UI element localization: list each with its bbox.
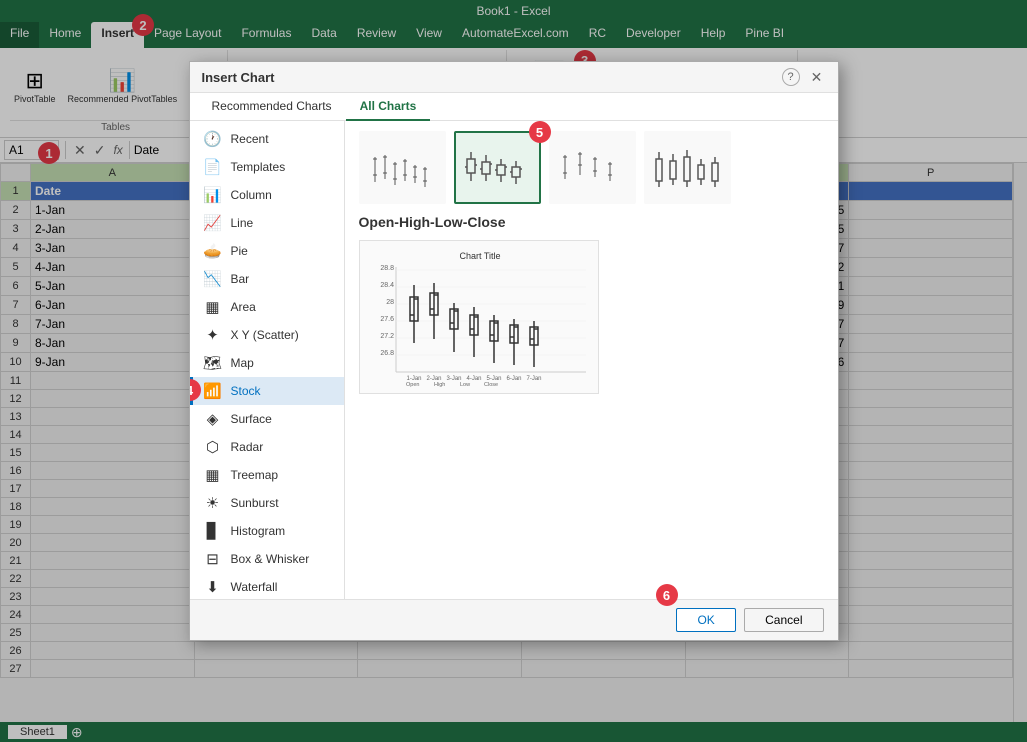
dialog-title: Insert Chart bbox=[202, 70, 275, 85]
line-chart-type-icon: 📈 bbox=[203, 214, 223, 232]
thumb-chart-1-svg bbox=[365, 137, 440, 195]
stock-chart-type-icon: 📶 bbox=[203, 382, 223, 400]
chart-type-column[interactable]: 📊 Column bbox=[190, 181, 344, 209]
insert-chart-dialog: Insert Chart ? ✕ Recommended Charts All … bbox=[189, 61, 839, 641]
column-chart-type-icon: 📊 bbox=[203, 186, 223, 204]
bar-chart-type-icon: 📉 bbox=[203, 270, 223, 288]
svg-text:Open: Open bbox=[406, 382, 419, 387]
treemap-chart-type-label: Treemap bbox=[231, 468, 279, 482]
thumb-chart-4-svg bbox=[650, 137, 725, 195]
svg-text:High: High bbox=[434, 382, 445, 387]
circle-6: 6 bbox=[656, 584, 678, 606]
chart-thumbnails: 5 bbox=[359, 131, 824, 204]
radar-chart-type-icon: ⬡ bbox=[203, 438, 223, 456]
chart-type-area[interactable]: ▦ Area bbox=[190, 293, 344, 321]
svg-text:Chart Title: Chart Title bbox=[459, 251, 500, 261]
chart-type-surface[interactable]: ◈ Surface bbox=[190, 405, 344, 433]
chart-preview-container: Chart Title 28.8 28.4 28 27.6 27.2 26.8 bbox=[359, 240, 599, 394]
svg-text:6-Jan: 6-Jan bbox=[506, 376, 521, 382]
surface-chart-type-label: Surface bbox=[231, 412, 272, 426]
cancel-button[interactable]: Cancel bbox=[744, 608, 823, 632]
chart-thumb-1[interactable] bbox=[359, 131, 446, 204]
svg-text:26.8: 26.8 bbox=[380, 350, 394, 357]
templates-chart-icon: 📄 bbox=[203, 158, 223, 176]
boxwhisker-chart-type-label: Box & Whisker bbox=[231, 552, 310, 566]
radar-chart-type-label: Radar bbox=[231, 440, 264, 454]
chart-type-histogram[interactable]: ▊ Histogram bbox=[190, 517, 344, 545]
dialog-footer: 6 OK Cancel bbox=[190, 599, 838, 640]
chart-type-recent[interactable]: 🕐 Recent bbox=[190, 125, 344, 153]
chart-type-treemap[interactable]: ▦ Treemap bbox=[190, 461, 344, 489]
templates-chart-label: Templates bbox=[231, 160, 286, 174]
circle-4: 4 bbox=[190, 379, 201, 401]
svg-text:28: 28 bbox=[386, 299, 394, 306]
thumb-chart-3-svg bbox=[555, 137, 630, 195]
chart-type-radar[interactable]: ⬡ Radar bbox=[190, 433, 344, 461]
selected-chart-label: Open-High-Low-Close bbox=[359, 214, 824, 230]
chart-thumb-4[interactable] bbox=[644, 131, 731, 204]
map-chart-type-label: Map bbox=[231, 356, 254, 370]
tab-all-charts[interactable]: All Charts bbox=[346, 93, 431, 121]
chart-type-pie[interactable]: 🥧 Pie bbox=[190, 237, 344, 265]
column-chart-type-label: Column bbox=[231, 188, 272, 202]
pie-chart-type-label: Pie bbox=[231, 244, 248, 258]
chart-type-line[interactable]: 📈 Line bbox=[190, 209, 344, 237]
svg-text:28.8: 28.8 bbox=[380, 265, 394, 272]
chart-type-scatter[interactable]: ✦ X Y (Scatter) bbox=[190, 321, 344, 349]
chart-type-waterfall[interactable]: ⬇ Waterfall bbox=[190, 573, 344, 599]
histogram-chart-type-icon: ▊ bbox=[203, 522, 223, 540]
area-chart-type-icon: ▦ bbox=[203, 298, 223, 316]
chart-preview-svg: Chart Title 28.8 28.4 28 27.6 27.2 26.8 bbox=[366, 247, 594, 387]
recent-chart-label: Recent bbox=[231, 132, 269, 146]
dialog-close-button[interactable]: ✕ bbox=[808, 68, 826, 86]
stock-chart-type-label: Stock bbox=[231, 384, 261, 398]
waterfall-chart-type-icon: ⬇ bbox=[203, 578, 223, 596]
ok-button[interactable]: OK bbox=[676, 608, 736, 632]
scatter-chart-type-label: X Y (Scatter) bbox=[231, 328, 299, 342]
modal-overlay: Insert Chart ? ✕ Recommended Charts All … bbox=[0, 0, 1027, 742]
treemap-chart-type-icon: ▦ bbox=[203, 466, 223, 484]
sunburst-chart-type-label: Sunburst bbox=[231, 496, 279, 510]
svg-text:27.6: 27.6 bbox=[380, 316, 394, 323]
svg-text:28.4: 28.4 bbox=[380, 282, 394, 289]
chart-type-map[interactable]: 🗺 Map bbox=[190, 349, 344, 377]
chart-type-boxwhisker[interactable]: ⊟ Box & Whisker bbox=[190, 545, 344, 573]
dialog-header: Insert Chart ? ✕ bbox=[190, 62, 838, 93]
svg-text:27.2: 27.2 bbox=[380, 333, 394, 340]
chart-type-sunburst[interactable]: ☀ Sunburst bbox=[190, 489, 344, 517]
pie-chart-type-icon: 🥧 bbox=[203, 242, 223, 260]
svg-text:Low: Low bbox=[460, 382, 470, 387]
dialog-body: 🕐 Recent 📄 Templates 📊 Column 📈 Line bbox=[190, 121, 838, 599]
svg-text:7-Jan: 7-Jan bbox=[526, 376, 541, 382]
histogram-chart-type-label: Histogram bbox=[231, 524, 286, 538]
dialog-help-button[interactable]: ? bbox=[782, 68, 800, 86]
map-chart-type-icon: 🗺 bbox=[203, 354, 223, 372]
chart-thumb-2[interactable]: 5 bbox=[454, 131, 541, 204]
dialog-tabs: Recommended Charts All Charts bbox=[190, 93, 838, 121]
sunburst-chart-type-icon: ☀ bbox=[203, 494, 223, 512]
boxwhisker-chart-type-icon: ⊟ bbox=[203, 550, 223, 568]
bar-chart-type-label: Bar bbox=[231, 272, 250, 286]
thumb-chart-2-svg bbox=[460, 137, 535, 195]
chart-type-templates[interactable]: 📄 Templates bbox=[190, 153, 344, 181]
tab-recommended-charts[interactable]: Recommended Charts bbox=[198, 93, 346, 121]
area-chart-type-label: Area bbox=[231, 300, 256, 314]
chart-type-sidebar: 🕐 Recent 📄 Templates 📊 Column 📈 Line bbox=[190, 121, 345, 599]
svg-text:Close: Close bbox=[484, 382, 498, 387]
scatter-chart-type-icon: ✦ bbox=[203, 326, 223, 344]
chart-content-area: 5 bbox=[345, 121, 838, 599]
chart-type-bar[interactable]: 📉 Bar bbox=[190, 265, 344, 293]
surface-chart-type-icon: ◈ bbox=[203, 410, 223, 428]
line-chart-type-label: Line bbox=[231, 216, 254, 230]
recent-chart-icon: 🕐 bbox=[203, 130, 223, 148]
circle-5: 5 bbox=[529, 121, 551, 143]
chart-thumb-3[interactable] bbox=[549, 131, 636, 204]
waterfall-chart-type-label: Waterfall bbox=[231, 580, 278, 594]
chart-type-stock[interactable]: 📶 Stock 4 bbox=[190, 377, 344, 405]
